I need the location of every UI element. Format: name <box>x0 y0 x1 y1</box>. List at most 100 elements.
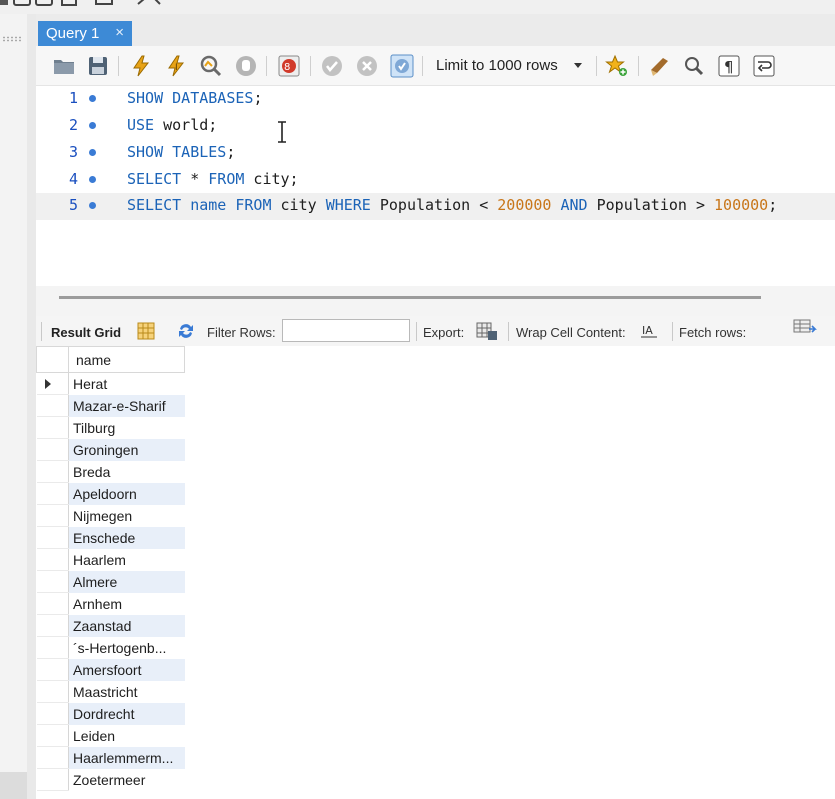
folder-open-icon[interactable] <box>52 54 76 78</box>
row-selector[interactable] <box>36 372 69 395</box>
table-cell-name[interactable]: Zoetermeer <box>68 768 185 791</box>
limit-rows-select[interactable]: Limit to 1000 rows <box>427 53 592 79</box>
filter-rows-input[interactable] <box>282 319 410 342</box>
horizontal-scrollbar[interactable] <box>59 296 761 299</box>
table-cell-name[interactable]: Apeldoorn <box>68 482 185 505</box>
table-cell-name[interactable]: Enschede <box>68 526 185 549</box>
code-line-2[interactable]: 2 USE world; <box>36 113 835 140</box>
table-row[interactable]: Apeldoorn <box>36 482 185 505</box>
row-selector[interactable] <box>36 460 69 483</box>
code-text: USE world; <box>127 116 218 134</box>
toggle-continue-on-error-icon[interactable]: 8 <box>277 54 301 78</box>
table-row[interactable]: Amersfoort <box>36 658 185 681</box>
table-cell-name[interactable]: Herat <box>68 372 185 395</box>
table-row[interactable]: Almere <box>36 570 185 593</box>
line-number: 1 <box>68 89 78 107</box>
table-row[interactable]: Zoetermeer <box>36 768 185 791</box>
refresh-icon[interactable] <box>176 322 196 340</box>
save-icon[interactable] <box>86 54 110 78</box>
table-cell-name[interactable]: Maastricht <box>68 680 185 703</box>
table-row[interactable]: ´s-Hertogenb... <box>36 636 185 659</box>
table-row[interactable]: Breda <box>36 460 185 483</box>
table-cell-name[interactable]: Tilburg <box>68 416 185 439</box>
invisible-characters-icon[interactable]: ¶ <box>717 54 741 78</box>
table-cell-name[interactable]: Nijmegen <box>68 504 185 527</box>
row-selector[interactable] <box>36 768 69 791</box>
table-row[interactable]: Herat <box>36 372 185 395</box>
table-row[interactable]: Arnhem <box>36 592 185 615</box>
sql-editor[interactable]: 1 SHOW DATABASES; 2 USE world; 3 SHOW TA… <box>36 86 835 286</box>
code-line-5[interactable]: 5 SELECT name FROM city WHERE Population… <box>36 193 835 220</box>
table-row[interactable]: Haarlemmerm... <box>36 746 185 769</box>
explain-icon[interactable] <box>199 54 223 78</box>
table-cell-name[interactable]: Mazar-e-Sharif <box>68 394 185 417</box>
wrap-lines-icon[interactable] <box>752 54 776 78</box>
row-selector[interactable] <box>36 482 69 505</box>
row-selector-header[interactable] <box>36 346 69 373</box>
panel-splitter[interactable] <box>27 14 36 799</box>
close-tab-icon[interactable]: × <box>115 24 124 41</box>
wrap-cell-content-icon[interactable]: IA <box>640 323 658 339</box>
row-selector[interactable] <box>36 394 69 417</box>
row-selector[interactable] <box>36 548 69 571</box>
table-cell-name[interactable]: Breda <box>68 460 185 483</box>
result-grid-tab[interactable]: Result Grid <box>51 325 121 340</box>
statement-marker-icon <box>89 149 96 156</box>
table-row[interactable]: Enschede <box>36 526 185 549</box>
row-selector[interactable] <box>36 680 69 703</box>
stop-icon[interactable] <box>234 54 258 78</box>
row-selector[interactable] <box>36 746 69 769</box>
tab-query-1[interactable]: Query 1 × <box>38 21 132 46</box>
table-cell-name[interactable]: Groningen <box>68 438 185 461</box>
rollback-icon[interactable] <box>355 54 379 78</box>
table-cell-name[interactable]: Amersfoort <box>68 658 185 681</box>
table-cell-name[interactable]: Haarlemmerm... <box>68 746 185 769</box>
panel-grip-icon[interactable] <box>2 36 22 42</box>
table-cell-name[interactable]: Almere <box>68 570 185 593</box>
row-selector[interactable] <box>36 614 69 637</box>
table-row[interactable]: Maastricht <box>36 680 185 703</box>
execute-current-icon[interactable]: I <box>164 54 188 78</box>
result-grid: name Herat Mazar-e-Sharif Tilburg Groningen… <box>36 346 835 799</box>
code-line-3[interactable]: 3 SHOW TABLES; <box>36 140 835 167</box>
autocommit-toggle-icon[interactable] <box>390 54 414 78</box>
row-selector[interactable] <box>36 438 69 461</box>
beautify-icon[interactable] <box>648 54 672 78</box>
commit-icon[interactable] <box>320 54 344 78</box>
code-line-4[interactable]: 4 SELECT * FROM city; <box>36 167 835 194</box>
row-selector[interactable] <box>36 636 69 659</box>
table-cell-name[interactable]: Arnhem <box>68 592 185 615</box>
table-row[interactable]: Groningen <box>36 438 185 461</box>
table-row[interactable]: Zaanstad <box>36 614 185 637</box>
table-row[interactable]: Tilburg <box>36 416 185 439</box>
row-selector[interactable] <box>36 570 69 593</box>
current-row-arrow-icon <box>44 379 51 389</box>
row-selector[interactable] <box>36 504 69 527</box>
row-selector[interactable] <box>36 702 69 725</box>
fetch-next-rows-icon[interactable] <box>793 319 817 337</box>
table-row[interactable]: Nijmegen <box>36 504 185 527</box>
table-row[interactable]: Dordrecht <box>36 702 185 725</box>
table-cell-name[interactable]: Dordrecht <box>68 702 185 725</box>
table-row[interactable]: Mazar-e-Sharif <box>36 394 185 417</box>
row-selector[interactable] <box>36 724 69 747</box>
row-selector[interactable] <box>36 592 69 615</box>
table-cell-name[interactable]: Haarlem <box>68 548 185 571</box>
export-icon[interactable] <box>476 321 498 341</box>
find-icon[interactable] <box>682 54 706 78</box>
table-cell-name[interactable]: Leiden <box>68 724 185 747</box>
row-selector[interactable] <box>36 416 69 439</box>
column-header-name[interactable]: name <box>68 346 185 373</box>
grid-view-icon[interactable] <box>137 322 155 340</box>
row-selector[interactable] <box>36 526 69 549</box>
table-row[interactable]: Leiden <box>36 724 185 747</box>
code-line-1[interactable]: 1 SHOW DATABASES; <box>36 86 835 113</box>
row-selector[interactable] <box>36 658 69 681</box>
table-row[interactable]: Haarlem <box>36 548 185 571</box>
editor-result-splitter[interactable] <box>36 286 835 316</box>
table-cell-name[interactable]: ´s-Hertogenb... <box>68 636 185 659</box>
export-label: Export: <box>423 325 465 340</box>
execute-icon[interactable] <box>129 54 153 78</box>
table-cell-name[interactable]: Zaanstad <box>68 614 185 637</box>
add-snippet-icon[interactable] <box>605 54 629 78</box>
